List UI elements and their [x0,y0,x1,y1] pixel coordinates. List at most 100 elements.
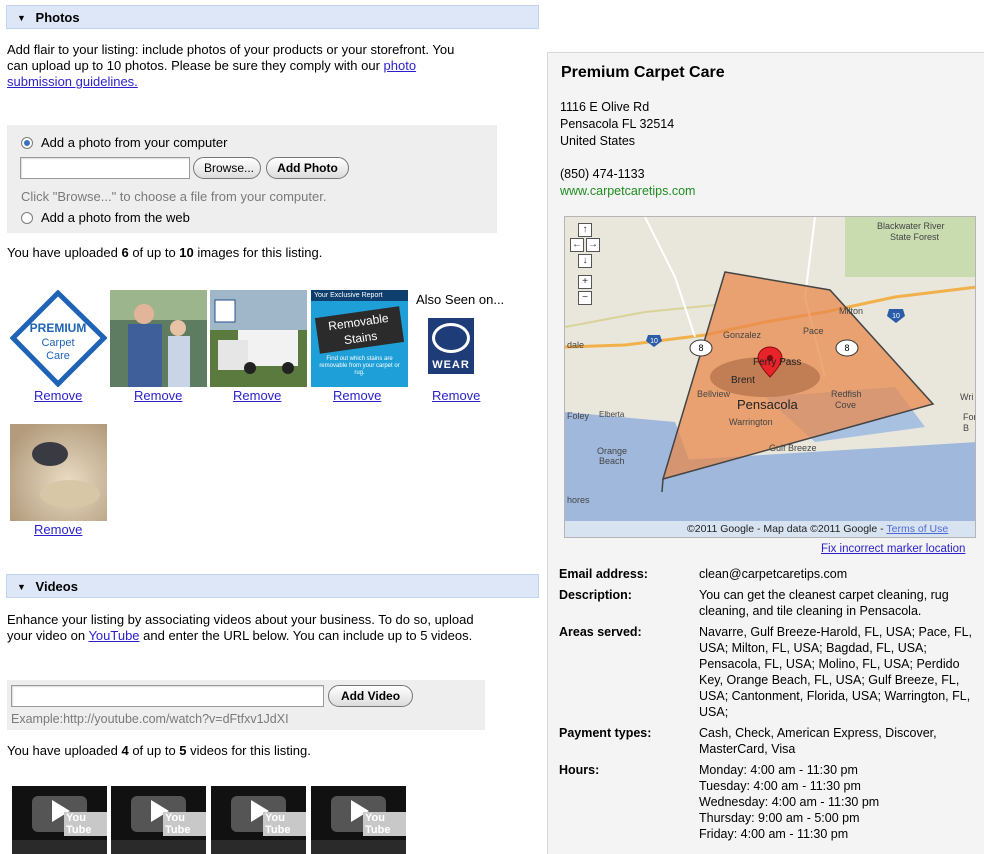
also-seen-text: Also Seen on... [416,292,505,307]
route8-label-west: 8 [698,343,703,353]
detail-label: Email address: [559,567,648,581]
carpet-photo-icon [10,424,107,521]
youtube-link[interactable]: YouTube [88,628,139,643]
map-label-bellview: Bellview [697,389,731,399]
video-upload-box: Add Video Example:http://youtube.com/wat… [7,680,485,730]
vans-photo-icon [210,290,307,387]
business-address: 1116 E Olive Rd Pensacola FL 32514 Unite… [560,100,675,148]
videos-uploaded-status: You have uploaded 4 of up to 5 videos fo… [7,743,311,758]
fix-marker-link[interactable]: Fix incorrect marker location [821,543,965,555]
map-label-elberta: Elberta [599,410,625,419]
photos-header-label: Photos [35,10,80,25]
browse-button[interactable]: Browse... [193,157,261,179]
remove-photo-3[interactable]: Remove [233,388,281,403]
business-phone: (850) 474-1133 [560,167,645,181]
logo-carpet-text: Carpet [41,337,74,349]
map-label-brent: Brent [731,375,755,386]
browse-hint: Click "Browse..." to choose a file from … [21,189,327,204]
add-photo-button[interactable]: Add Photo [266,157,349,179]
option-web-row[interactable]: Add a photo from the web [21,210,190,225]
map-label-gonzalez: Gonzalez [723,330,762,340]
wear-logo-icon: WEAR [428,318,474,374]
photos-section-header[interactable]: ▼ Photos [6,5,539,29]
map-label-milton: Milton [839,306,863,316]
zoom-out-icon[interactable]: − [578,291,592,305]
detail-value: clean@carpetcaretips.com [699,567,848,581]
map-label-ferry-pass: Ferry Pass [753,357,801,368]
pan-left-icon[interactable]: ← [570,238,584,252]
add-video-button[interactable]: Add Video [328,685,413,707]
detail-row: Payment types: Cash, Check, American Expr… [559,725,979,762]
photo-thumb-carpet [10,424,107,521]
map-copyright: ©2011 Google - Map data ©2011 Google - T… [687,523,949,535]
people-photo-icon [110,290,207,387]
photo-guidelines-link[interactable]: photo [384,58,417,73]
video-thumb-1[interactable]: You Tube [12,786,107,854]
map-label-dale: dale [567,340,584,350]
wear-logo-text: WEAR [432,359,470,371]
remove-photo-6[interactable]: Remove [34,522,82,537]
youtube-logo-text: You Tube [363,812,406,836]
map-label-pensacola: Pensacola [737,397,798,412]
detail-row: Email address: clean@carpetcaretips.com [559,566,979,587]
business-website: www.carpetcaretips.com [560,184,696,198]
video-thumb-4[interactable]: You Tube [311,786,406,854]
youtube-logo-text: You Tube [163,812,206,836]
business-name: Premium Carpet Care [561,64,725,81]
hours-line: Monday: 4:00 am - 11:30 pm [699,763,858,777]
listing-preview-panel: Premium Carpet Care 1116 E Olive Rd Pens… [547,52,984,854]
video-thumb-3[interactable]: You Tube [211,786,306,854]
detail-label: Payment types: [559,726,652,740]
remove-photo-2[interactable]: Remove [134,388,182,403]
photo-guidelines-link-2[interactable]: submission guidelines. [7,74,138,89]
option-computer-row[interactable]: Add a photo from your computer [21,135,227,150]
map-label-wri: Wri [960,392,973,402]
videos-section-header[interactable]: ▼ Videos [6,574,539,598]
radio-web[interactable] [21,211,33,224]
photo-thumb-people [110,290,207,387]
map-label-gulf-breeze: Gulf Breeze [769,443,817,453]
service-area-map[interactable]: 10 10 8 8 Blackwater River State Forest … [564,216,976,538]
photo-thumb-vans [210,290,307,387]
remove-photo-1[interactable]: Remove [34,388,82,403]
collapse-triangle-icon[interactable]: ▼ [17,582,26,592]
video-thumb-2[interactable]: You Tube [111,786,206,854]
report-title: Your Exclusive Report [311,290,408,301]
photo-thumb-report: Your Exclusive Report Removable Stains F… [311,290,408,387]
terms-of-use-link[interactable]: Terms of Use [886,523,948,535]
collapse-triangle-icon[interactable]: ▼ [17,13,26,23]
map-canvas[interactable]: 10 10 8 8 Blackwater River State Forest … [565,217,976,538]
pan-up-icon[interactable]: ↑ [578,223,592,237]
video-url-input[interactable] [11,685,324,707]
map-label-redfish-2: Cove [835,400,856,410]
logo-premium-text: PREMIUM [30,321,87,335]
photo-file-input[interactable] [20,157,190,179]
report-small-text: Find out which stains are removable from… [319,356,400,376]
map-label-hores: hores [567,495,590,505]
detail-label: Areas served: [559,625,642,639]
photos-uploaded-status: You have uploaded 6 of up to 10 images f… [7,245,323,260]
detail-value: Cash, Check, American Express, Discover,… [699,726,937,756]
remove-photo-5[interactable]: Remove [432,388,480,403]
route8-label-east: 8 [844,343,849,353]
zoom-in-icon[interactable]: + [578,275,592,289]
premium-logo-icon: PREMIUM Carpet Care [10,290,107,387]
detail-label: Hours: [559,763,600,777]
remove-photo-4[interactable]: Remove [333,388,381,403]
detail-label: Description: [559,588,632,602]
i10-label-west: 10 [650,338,658,345]
hours-line: Wednesday: 4:00 am - 11:30 pm [699,795,880,809]
radio-computer[interactable] [21,136,33,149]
map-label-blackwater-2: State Forest [890,232,940,242]
pan-right-icon[interactable]: → [586,238,600,252]
detail-value: Monday: 4:00 am - 11:30 pm Tuesday: 4:00 … [699,762,979,847]
map-label-orange-2: Beach [599,456,625,466]
i10-label-east: 10 [892,313,900,320]
hours-line: Thursday: 9:00 am - 5:00 pm [699,811,860,825]
logo-care-text: Care [46,350,70,362]
detail-row: Areas served: Navarre, Gulf Breeze-Harold… [559,624,979,725]
detail-value: You can get the cleanest carpet cleaning… [699,588,949,618]
pan-down-icon[interactable]: ↓ [578,254,592,268]
video-example: Example:http://youtube.com/watch?v=dFtfx… [11,712,289,726]
photos-intro: Add flair to your listing: include photo… [7,42,455,89]
